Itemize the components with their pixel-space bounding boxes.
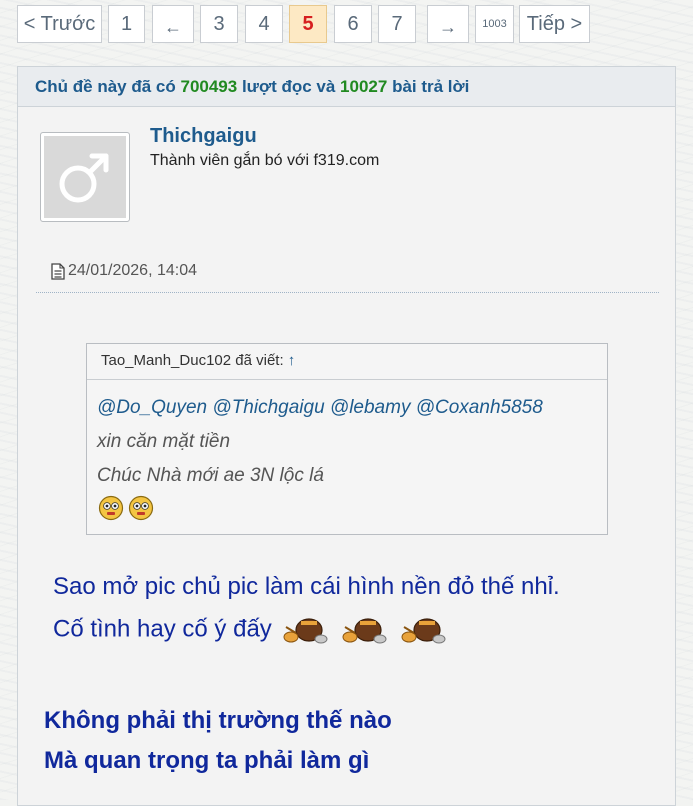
bomb-emoticon-icon xyxy=(283,618,328,644)
message-text: Cố tình hay cố ý đấy xyxy=(53,615,272,643)
quote-header: Tao_Manh_Duc102 đã viết: ↑ xyxy=(101,352,295,369)
page-4-button[interactable]: 4 xyxy=(245,5,283,43)
signature-line: Mà quan trọng ta phải làm gì xyxy=(44,747,370,774)
message-line: Sao mở pic chủ pic làm cái hình nền đỏ t… xyxy=(53,573,560,600)
avatar[interactable] xyxy=(40,132,130,222)
views-count: 700493 xyxy=(180,76,238,96)
male-symbol-icon xyxy=(59,153,109,203)
page-6-button[interactable]: 6 xyxy=(334,5,372,43)
quote-source-link[interactable]: ↑ xyxy=(288,352,296,369)
quote-author: Tao_Manh_Duc102 đã viết: xyxy=(101,352,284,369)
post-container: Chủ đề này đã có 700493 lượt đọc và 1002… xyxy=(17,66,676,806)
page-back-arrow-button[interactable]: ← xyxy=(152,5,194,43)
page-5-current: 5 xyxy=(289,5,327,43)
smiley-icon xyxy=(98,495,124,521)
page-forward-arrow-button[interactable]: → xyxy=(427,5,469,43)
message-line-with-emoticons: Cố tình hay cố ý đấy xyxy=(53,615,448,645)
quote-smileys xyxy=(98,495,154,521)
post-date-text: 24/01/2026, 14:04 xyxy=(68,262,198,279)
user-title: Thành viên gắn bó với f319.com xyxy=(150,152,380,169)
bomb-emoticon-icon xyxy=(401,618,446,644)
post-date: 24/01/2026, 14:04 xyxy=(51,262,197,280)
quote-divider xyxy=(87,379,607,380)
quote-mentions[interactable]: @Do_Quyen @Thichgaigu @lebamy @Coxanh585… xyxy=(97,397,543,419)
page-3-button[interactable]: 3 xyxy=(200,5,238,43)
pagination: < Trước 1 ← 3 4 5 6 7 → 1003 Tiếp > xyxy=(0,5,693,45)
quote-line: xin căn mặt tiền xyxy=(97,431,231,452)
prev-page-button[interactable]: < Trước xyxy=(17,5,102,43)
thread-stats: Chủ đề này đã có 700493 lượt đọc và 1002… xyxy=(18,67,675,107)
page-1-button[interactable]: 1 xyxy=(108,5,145,43)
stats-prefix: Chủ đề này đã có xyxy=(35,76,176,96)
document-icon xyxy=(51,262,65,280)
quote-block: Tao_Manh_Duc102 đã viết: ↑ @Do_Quyen @Th… xyxy=(86,343,608,535)
replies-count: 10027 xyxy=(340,76,388,96)
signature-line: Không phải thị trường thế nào xyxy=(44,707,392,734)
quote-line: Chúc Nhà mới ae 3N lộc lá xyxy=(97,465,324,486)
post-divider xyxy=(36,292,659,293)
username-link[interactable]: Thichgaigu xyxy=(150,125,257,148)
stats-middle: lượt đọc và xyxy=(241,76,336,96)
bomb-emoticon-icon xyxy=(342,618,387,644)
next-page-button[interactable]: Tiếp > xyxy=(519,5,590,43)
smiley-icon xyxy=(128,495,154,521)
page-7-button[interactable]: 7 xyxy=(378,5,416,43)
stats-suffix: bài trả lời xyxy=(392,76,470,96)
page-1003-button[interactable]: 1003 xyxy=(475,5,514,43)
